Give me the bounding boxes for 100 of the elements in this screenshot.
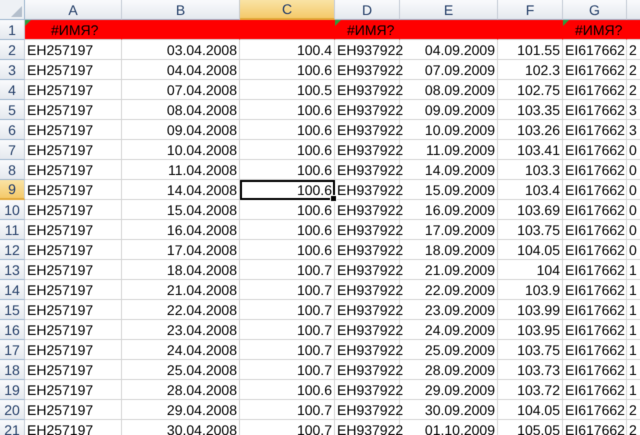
table-cell: 1 xyxy=(627,380,640,400)
table-cell: EH257197 xyxy=(25,260,122,280)
table-cell: EH937922 xyxy=(335,100,400,120)
table-cell: 100.6 xyxy=(240,160,335,180)
table-cell: EI617662 xyxy=(563,140,627,160)
table-cell: EI617662 xyxy=(563,180,627,200)
table-cell: EH937922 xyxy=(335,140,400,160)
table-cell: 0 xyxy=(627,240,640,260)
table-cell: 0 xyxy=(627,140,640,160)
table-cell: 0 xyxy=(627,220,640,240)
table-cell: 100.7 xyxy=(240,360,335,380)
table-cell: EH257197 xyxy=(25,300,122,320)
table-cell: EH257197 xyxy=(25,160,122,180)
row-header[interactable]: 14 xyxy=(0,280,25,300)
table-cell: 100.7 xyxy=(240,280,335,300)
table-cell: EI617662 xyxy=(563,160,627,180)
row-header[interactable]: 5 xyxy=(0,100,25,120)
column-header[interactable]: G xyxy=(563,0,627,20)
table-cell: 2 xyxy=(627,420,640,435)
row-header[interactable]: 20 xyxy=(0,400,25,420)
row-header[interactable]: 11 xyxy=(0,220,25,240)
table-cell: 23.04.2008 xyxy=(122,320,240,340)
table-cell: EI617662 xyxy=(563,40,627,60)
column-header[interactable]: C xyxy=(240,0,335,20)
table-cell: 2 xyxy=(627,80,640,100)
table-cell: EI617662 xyxy=(563,300,627,320)
table-cell: 07.04.2008 xyxy=(122,80,240,100)
fill-handle[interactable] xyxy=(330,195,337,202)
column-header[interactable]: A xyxy=(25,0,122,20)
row-header[interactable]: 9 xyxy=(0,180,25,200)
table-cell: 103.99 xyxy=(498,300,563,320)
row-header[interactable]: 10 xyxy=(0,200,25,220)
table-cell: EI617662 xyxy=(563,200,627,220)
row-header[interactable]: 16 xyxy=(0,320,25,340)
table-cell: EH257197 xyxy=(25,320,122,340)
table-cell: 104.05 xyxy=(498,240,563,260)
table-cell: 103.75 xyxy=(498,220,563,240)
table-cell: EH937922 xyxy=(335,40,400,60)
table-cell: EH937922 xyxy=(335,60,400,80)
row-header[interactable]: 19 xyxy=(0,380,25,400)
table-cell: 104 xyxy=(498,260,563,280)
row-header[interactable]: 17 xyxy=(0,340,25,360)
table-cell: 103.95 xyxy=(498,320,563,340)
table-cell: EH257197 xyxy=(25,220,122,240)
table-cell: 03.04.2008 xyxy=(122,40,240,60)
error-value: #ИМЯ? xyxy=(575,22,622,38)
table-cell: 100.6 xyxy=(240,200,335,220)
row-header[interactable]: 15 xyxy=(0,300,25,320)
table-cell: 100.7 xyxy=(240,340,335,360)
table-cell: 103.3 xyxy=(498,160,563,180)
table-cell: 29.04.2008 xyxy=(122,400,240,420)
table-cell: EH257197 xyxy=(25,60,122,80)
column-header[interactable]: F xyxy=(498,0,563,20)
row-header[interactable]: 6 xyxy=(0,120,25,140)
row-header[interactable]: 7 xyxy=(0,140,25,160)
table-cell: 11.04.2008 xyxy=(122,160,240,180)
table-cell: EI617662 xyxy=(563,80,627,100)
column-header[interactable]: D xyxy=(335,0,400,20)
corner-triangle-icon xyxy=(11,6,22,17)
table-cell: 102.3 xyxy=(498,60,563,80)
table-cell: 102.75 xyxy=(498,80,563,100)
table-cell: EI617662 xyxy=(563,420,627,435)
table-cell: EH257197 xyxy=(25,240,122,260)
column-header[interactable]: E xyxy=(400,0,498,20)
table-cell: 103.69 xyxy=(498,200,563,220)
table-cell: EI617662 xyxy=(563,240,627,260)
row-header[interactable]: 2 xyxy=(0,40,25,60)
table-cell: 2 xyxy=(627,400,640,420)
table-cell: EI617662 xyxy=(563,380,627,400)
table-cell: EI617662 xyxy=(563,100,627,120)
row-header[interactable]: 13 xyxy=(0,260,25,280)
row-header[interactable]: 1 xyxy=(0,20,25,40)
table-cell: EH937922 xyxy=(335,300,400,320)
table-cell: EH257197 xyxy=(25,100,122,120)
table-cell: 24.04.2008 xyxy=(122,340,240,360)
table-cell: 0 xyxy=(627,180,640,200)
row-header[interactable]: 18 xyxy=(0,360,25,380)
row-header[interactable]: 12 xyxy=(0,240,25,260)
table-cell: EI617662 xyxy=(563,340,627,360)
table-cell: EH257197 xyxy=(25,180,122,200)
table-cell: 3 xyxy=(627,100,640,120)
table-cell: EH937922 xyxy=(335,240,400,260)
row-header[interactable]: 4 xyxy=(0,80,25,100)
row-header[interactable]: 3 xyxy=(0,60,25,80)
table-cell: EH937922 xyxy=(335,160,400,180)
select-all-button[interactable] xyxy=(0,0,25,20)
table-cell: 3 xyxy=(627,120,640,140)
table-cell: EI617662 xyxy=(563,320,627,340)
table-cell: 2 xyxy=(627,60,640,80)
table-cell: EH937922 xyxy=(335,120,400,140)
table-cell: EI617662 xyxy=(563,400,627,420)
table-cell: 100.6 xyxy=(240,60,335,80)
row-header[interactable]: 21 xyxy=(0,420,25,435)
table-cell: EH937922 xyxy=(335,320,400,340)
column-header[interactable]: B xyxy=(122,0,240,20)
table-cell: 105.05 xyxy=(498,420,563,435)
table-cell: 17.04.2008 xyxy=(122,240,240,260)
row-header[interactable]: 8 xyxy=(0,160,25,180)
table-cell: 1 xyxy=(627,280,640,300)
active-cell[interactable]: 100.6 xyxy=(240,180,335,200)
